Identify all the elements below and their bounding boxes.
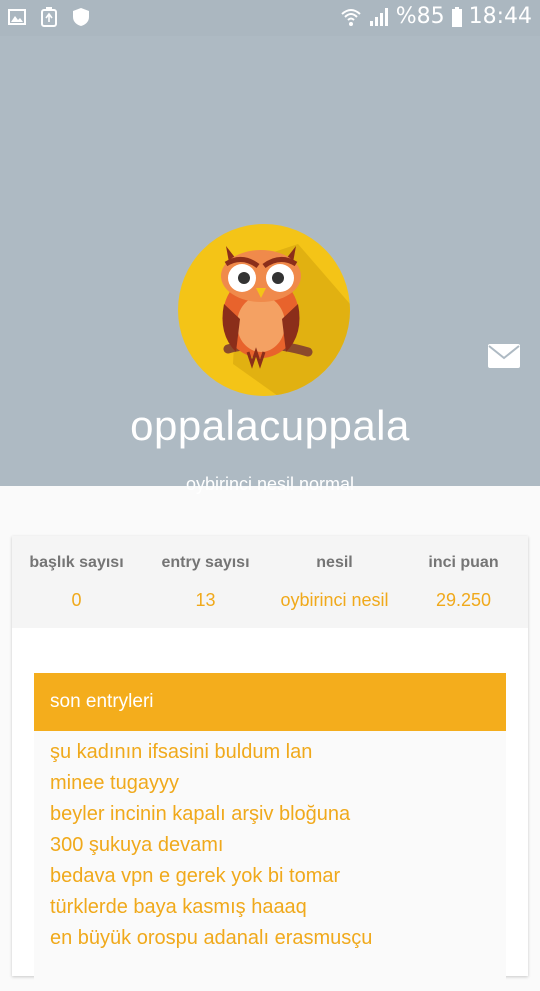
clock: 18:44 — [468, 4, 532, 29]
shield-icon — [73, 8, 89, 26]
list-item[interactable]: en büyük orospu adanalı erasmusçu — [50, 927, 372, 950]
list-item[interactable]: türklerde baya kasmış haaaq — [50, 896, 307, 919]
list-item[interactable]: 300 şukuya devamı — [50, 834, 223, 857]
stat-label: nesil — [316, 554, 353, 571]
status-icons-right: %85 18:44 — [340, 4, 532, 29]
image-icon — [8, 9, 26, 25]
mail-icon[interactable] — [488, 344, 520, 368]
list-item[interactable]: minee tugayyy — [50, 772, 179, 795]
recent-entries-title: son entryleri — [50, 691, 154, 712]
stat-label: entry sayısı — [161, 554, 250, 571]
recent-entries-list: şu kadının ifsasini buldum lan minee tug… — [34, 731, 506, 991]
recent-entries-header: son entryleri — [34, 673, 506, 731]
username: oppalacuppala — [130, 402, 410, 449]
user-subtitle: oybirinci nesil normal — [185, 474, 355, 494]
battery-percent: %85 — [395, 4, 445, 29]
stats-row: başlık sayısı 0 entry sayısı 13 nesil oy… — [12, 536, 528, 628]
stat-value: 0 — [71, 590, 82, 610]
signal-icon — [369, 7, 388, 26]
list-item[interactable]: beyler incinin kapalı arşiv bloğuna — [50, 803, 350, 826]
status-icons-left — [8, 7, 90, 27]
stat-label: inci puan — [428, 554, 499, 571]
list-item[interactable]: şu kadının ifsasini buldum lan — [50, 741, 312, 764]
owl-avatar-icon[interactable] — [178, 224, 350, 396]
profile-card: başlık sayısı 0 entry sayısı 13 nesil oy… — [12, 536, 528, 991]
profile-header: oppalacuppala oybirinci nesil normal — [0, 36, 540, 494]
stat-value: oybirinci nesil — [280, 590, 389, 610]
status-bar: %85 18:44 — [0, 0, 540, 36]
wifi-icon — [341, 8, 361, 26]
recycle-icon — [41, 7, 57, 27]
stat-value: 13 — [195, 590, 216, 610]
battery-icon — [451, 6, 462, 27]
stat-label: başlık sayısı — [29, 554, 124, 571]
stat-value: 29.250 — [435, 590, 492, 610]
list-item[interactable]: bedava vpn e gerek yok bi tomar — [50, 865, 340, 888]
